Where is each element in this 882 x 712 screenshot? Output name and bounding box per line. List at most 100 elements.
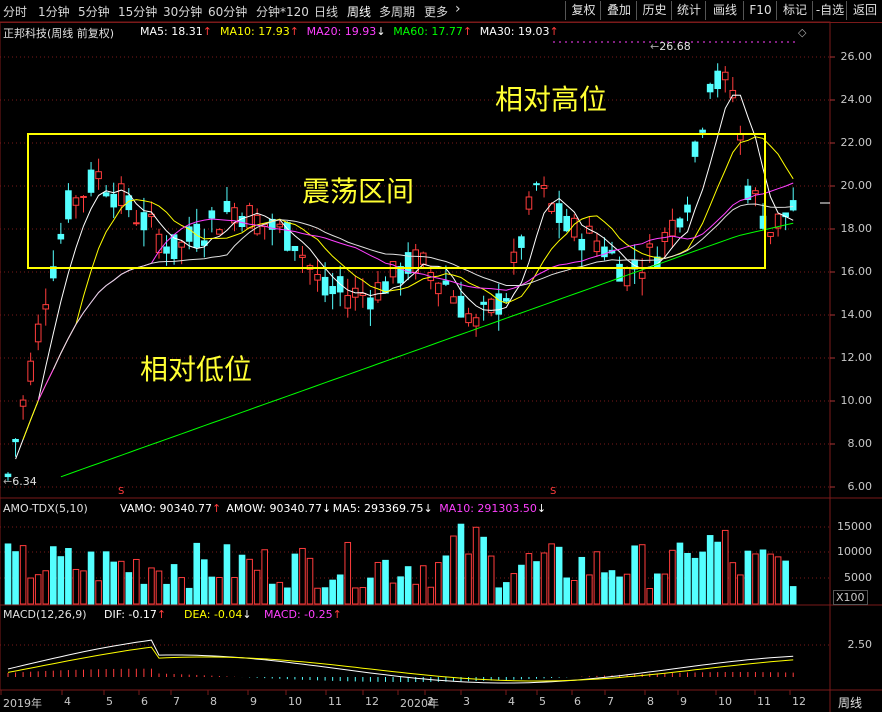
volume-bar — [185, 587, 193, 605]
legend-item-2: MACD: -0.25↑ — [264, 608, 342, 621]
price-tick: 24.00 — [840, 93, 873, 106]
price-tick: 18.00 — [840, 222, 873, 235]
annotation-high: 相对高位 — [495, 83, 608, 116]
time-label: 9 — [250, 695, 257, 708]
candle-body — [789, 200, 797, 211]
time-label: 12 — [792, 695, 806, 708]
candle-body — [102, 192, 110, 197]
volume-bar — [389, 582, 397, 605]
volume-bar — [782, 560, 789, 605]
candle-body — [95, 171, 102, 180]
volume-bar — [231, 577, 238, 605]
time-label: 4 — [64, 695, 71, 708]
volume-bar — [654, 573, 661, 605]
candle-body — [374, 282, 382, 301]
volume-bar — [721, 529, 729, 605]
volume-bar — [133, 558, 140, 605]
annotation-low: 相对低位 — [140, 353, 253, 386]
candlesticks — [4, 63, 797, 481]
candle-body — [178, 241, 185, 248]
legend-item-2: MA20: 19.93↓ — [306, 25, 386, 38]
volume-bar — [95, 580, 102, 605]
settings-diamond-icon[interactable]: ◇ — [798, 26, 806, 39]
price-tick: 20.00 — [840, 179, 873, 192]
volume-bar — [774, 556, 782, 605]
stock-title: 正邦科技(周线 前复权) — [3, 27, 115, 40]
volume-bar — [578, 556, 586, 605]
candle-body — [767, 232, 774, 237]
s-marker: S — [118, 486, 125, 497]
volume-bar — [638, 544, 646, 605]
volume-bar — [646, 588, 654, 605]
volume-bar — [201, 559, 208, 605]
candle-body — [344, 295, 352, 309]
volume-bar — [737, 574, 744, 605]
candle-body — [57, 233, 65, 240]
volume-bar — [586, 574, 593, 605]
candle-body — [442, 280, 450, 285]
volume-bar — [570, 579, 578, 605]
volume-bar — [314, 587, 321, 605]
time-label: 11 — [757, 695, 771, 708]
legend-item-1: DEA: -0.04↓ — [184, 608, 252, 621]
volume-bar — [472, 526, 480, 605]
legend-arrow: ↓ — [376, 25, 386, 38]
time-label: 5 — [106, 695, 113, 708]
volume-bar — [80, 570, 87, 605]
candle-body — [691, 141, 699, 157]
dif-line — [7, 639, 794, 684]
volume-bar — [117, 560, 125, 605]
s-marker: S — [550, 486, 557, 497]
candle-body — [729, 89, 737, 99]
candle-body — [223, 200, 231, 213]
candle-body — [503, 298, 510, 302]
time-label: 10 — [718, 695, 732, 708]
time-label: 10 — [288, 695, 302, 708]
bottom-tab-weekly[interactable]: 周线 — [838, 694, 862, 711]
legend-arrow: ↑ — [332, 608, 342, 621]
macd-tick: 2.50 — [847, 638, 873, 651]
volume-bar — [382, 559, 389, 605]
candle-body — [87, 169, 95, 193]
volume-bar — [412, 583, 419, 605]
legend-item-0: MA5: 18.31↑ — [140, 25, 212, 38]
volume-bar — [65, 548, 72, 605]
volume-unit: X100 — [833, 590, 868, 605]
candle-body — [706, 83, 714, 93]
legend-item-2: MA5: 293369.75↓ — [332, 502, 433, 515]
candle-body — [321, 276, 329, 296]
volume-bar — [193, 542, 201, 605]
time-label: 4 — [508, 695, 515, 708]
volume-bar — [435, 562, 442, 605]
legend-arrow: ↓ — [423, 502, 433, 515]
volume-bar — [631, 545, 638, 605]
candle-body — [623, 267, 631, 287]
volume-bar — [752, 553, 759, 605]
volume-bar — [12, 551, 19, 605]
candle-body — [548, 203, 555, 212]
time-label: 2 — [427, 695, 434, 708]
candle-body — [117, 183, 125, 206]
candle-body — [714, 70, 722, 90]
low-price-label: ←6.34 — [3, 475, 37, 488]
volume-tick: 10000 — [837, 545, 872, 558]
volume-bar — [661, 573, 669, 605]
volume-bar — [684, 552, 691, 605]
annotation-range: 震荡区间 — [302, 175, 415, 208]
candle-body — [450, 296, 457, 304]
candle-body — [34, 323, 42, 343]
candle-body — [110, 193, 118, 208]
candle-body — [570, 217, 578, 238]
volume-bar — [601, 572, 608, 605]
volume-bar — [268, 583, 276, 605]
volume-bar — [706, 535, 714, 605]
volume-bar — [50, 546, 57, 605]
candle-body — [495, 293, 503, 315]
legend-item-0: DIF: -0.17↑ — [104, 608, 167, 621]
macd-indicator — [7, 639, 794, 684]
ma-line — [15, 94, 794, 460]
volume-bar — [767, 553, 774, 605]
candle-body — [419, 252, 427, 265]
volume-bar — [163, 583, 170, 605]
legend-arrow: ↑ — [462, 25, 473, 38]
